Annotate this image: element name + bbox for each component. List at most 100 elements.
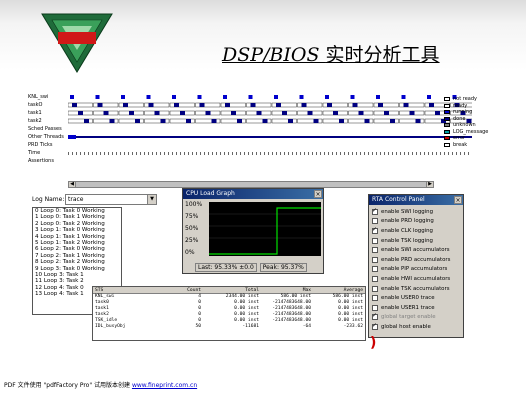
exec-bar	[304, 152, 305, 155]
exec-bar	[424, 152, 425, 155]
checkbox[interactable]	[372, 322, 378, 330]
cpu-tick-label: 75%	[185, 213, 199, 220]
exec-bar	[160, 152, 161, 155]
exec-bar	[103, 111, 109, 115]
legend-swatch-icon	[444, 103, 450, 108]
exec-bar	[415, 119, 421, 123]
checkbox[interactable]	[372, 295, 378, 302]
exec-bar	[216, 152, 217, 155]
exec-bar	[372, 152, 373, 155]
log-name-select[interactable]: trace ▼	[65, 194, 157, 205]
statistics-column-header[interactable]: Count	[155, 287, 201, 293]
exec-bar	[364, 119, 370, 123]
exec-bar	[284, 152, 285, 155]
cpu-load-titlebar[interactable]: CPU Load Graph ×	[183, 189, 323, 199]
exec-bar	[84, 152, 85, 155]
rta-option[interactable]: global host enable	[372, 322, 460, 332]
checkbox[interactable]	[372, 285, 378, 292]
exec-bar	[316, 152, 317, 155]
rta-option[interactable]: enable SWI logging	[372, 207, 460, 217]
exec-bar	[92, 152, 93, 155]
scroll-left-icon[interactable]: ◀	[69, 182, 76, 187]
exec-bar	[368, 152, 369, 155]
exec-bar	[148, 152, 149, 155]
legend-swatch-icon	[444, 136, 450, 141]
legend-swatch-icon	[444, 110, 450, 115]
exec-bar	[436, 152, 437, 155]
scroll-right-icon[interactable]: ▶	[426, 182, 433, 187]
rta-option[interactable]: global target enable	[372, 312, 460, 323]
close-icon[interactable]: ×	[314, 190, 322, 198]
statistics-column-header[interactable]: STS	[93, 287, 155, 293]
table-cell: IDL_busyObj	[95, 324, 126, 329]
statistics-column-header[interactable]: Total	[201, 287, 259, 293]
statistics-table[interactable]: STS Count Total Max Average KNL_swi 4 2344.00 i…	[92, 286, 366, 341]
rta-option-label: enable USER1 trace	[381, 304, 435, 311]
exec-bar	[172, 152, 173, 155]
exec-bar	[252, 152, 253, 155]
rta-option[interactable]: enable PRD accumulators	[372, 255, 460, 265]
cpu-load-plot	[209, 202, 321, 256]
exec-bar	[313, 119, 319, 123]
company-logo	[41, 13, 113, 73]
exec-bar	[212, 152, 213, 155]
exec-bar	[327, 103, 332, 107]
checkbox[interactable]	[372, 218, 378, 225]
exec-row-label: Time	[28, 150, 41, 156]
table-row[interactable]: IDL_busyObj 50 -11681 -64 -233.62	[93, 324, 365, 330]
rta-option[interactable]: enable TSK logging	[372, 236, 460, 246]
checkbox[interactable]	[372, 304, 378, 311]
legend-item: break	[444, 142, 506, 149]
exec-row-label: Sched Passes	[28, 126, 62, 132]
exec-bar	[429, 103, 434, 107]
exec-bar	[240, 152, 241, 155]
exec-bar	[135, 119, 140, 123]
legend-swatch-icon	[444, 116, 450, 121]
checkbox[interactable]	[372, 226, 378, 234]
exec-bar	[428, 152, 429, 155]
cpu-tick-label: 0%	[185, 249, 195, 256]
checkbox[interactable]	[372, 266, 378, 273]
close-icon[interactable]: ×	[454, 196, 462, 204]
rta-option[interactable]: enable HWI accumulators	[372, 274, 460, 284]
footer-link[interactable]: www.fineprint.com.cn	[132, 382, 197, 389]
rta-control-panel: RTA Control Panel × enable SWI loggingen…	[368, 194, 464, 338]
checkbox[interactable]	[372, 275, 378, 282]
execution-graph-scrollbar[interactable]: ◀ ▶	[68, 181, 434, 188]
rta-option[interactable]: enable CLK logging	[372, 226, 460, 236]
exec-bar	[352, 152, 353, 155]
rta-option[interactable]: enable USER0 trace	[372, 293, 460, 303]
rta-option-label: enable PRD accumulators	[381, 256, 451, 263]
exec-bar	[244, 152, 245, 155]
exec-bar	[96, 152, 97, 155]
exec-bar	[97, 103, 103, 107]
rta-option-label: enable PRD logging	[381, 218, 434, 225]
rta-option[interactable]: enable SWI accumulators	[372, 245, 460, 255]
exec-bar	[246, 102, 272, 108]
exec-bar	[416, 152, 417, 155]
checkbox[interactable]	[372, 312, 378, 321]
chevron-down-icon[interactable]: ▼	[147, 195, 156, 204]
checkbox[interactable]	[372, 256, 378, 263]
exec-bar	[392, 152, 393, 155]
checkbox[interactable]	[372, 237, 378, 244]
exec-bar	[276, 152, 277, 155]
checkbox[interactable]	[372, 247, 378, 254]
statistics-column-header[interactable]: Average	[311, 287, 363, 293]
rta-option[interactable]: enable USER1 trace	[372, 303, 460, 313]
rta-option-label: enable PIP accumulators	[381, 266, 448, 273]
checkbox[interactable]	[372, 207, 378, 215]
exec-bar	[121, 95, 125, 99]
rta-option[interactable]: enable PRD logging	[372, 217, 460, 227]
rta-option[interactable]: enable PIP accumulators	[372, 265, 460, 275]
rta-titlebar[interactable]: RTA Control Panel ×	[369, 195, 463, 205]
legend-swatch-icon	[444, 142, 450, 147]
rta-option[interactable]: enable TSK accumulators	[372, 284, 460, 294]
exec-bar	[403, 103, 409, 107]
exec-bar	[272, 152, 273, 155]
exec-bar	[364, 152, 365, 155]
exec-bar	[199, 103, 205, 107]
exec-bar	[297, 102, 323, 108]
log-name-label: Log Name:	[32, 196, 65, 203]
statistics-column-header[interactable]: Max	[259, 287, 311, 293]
